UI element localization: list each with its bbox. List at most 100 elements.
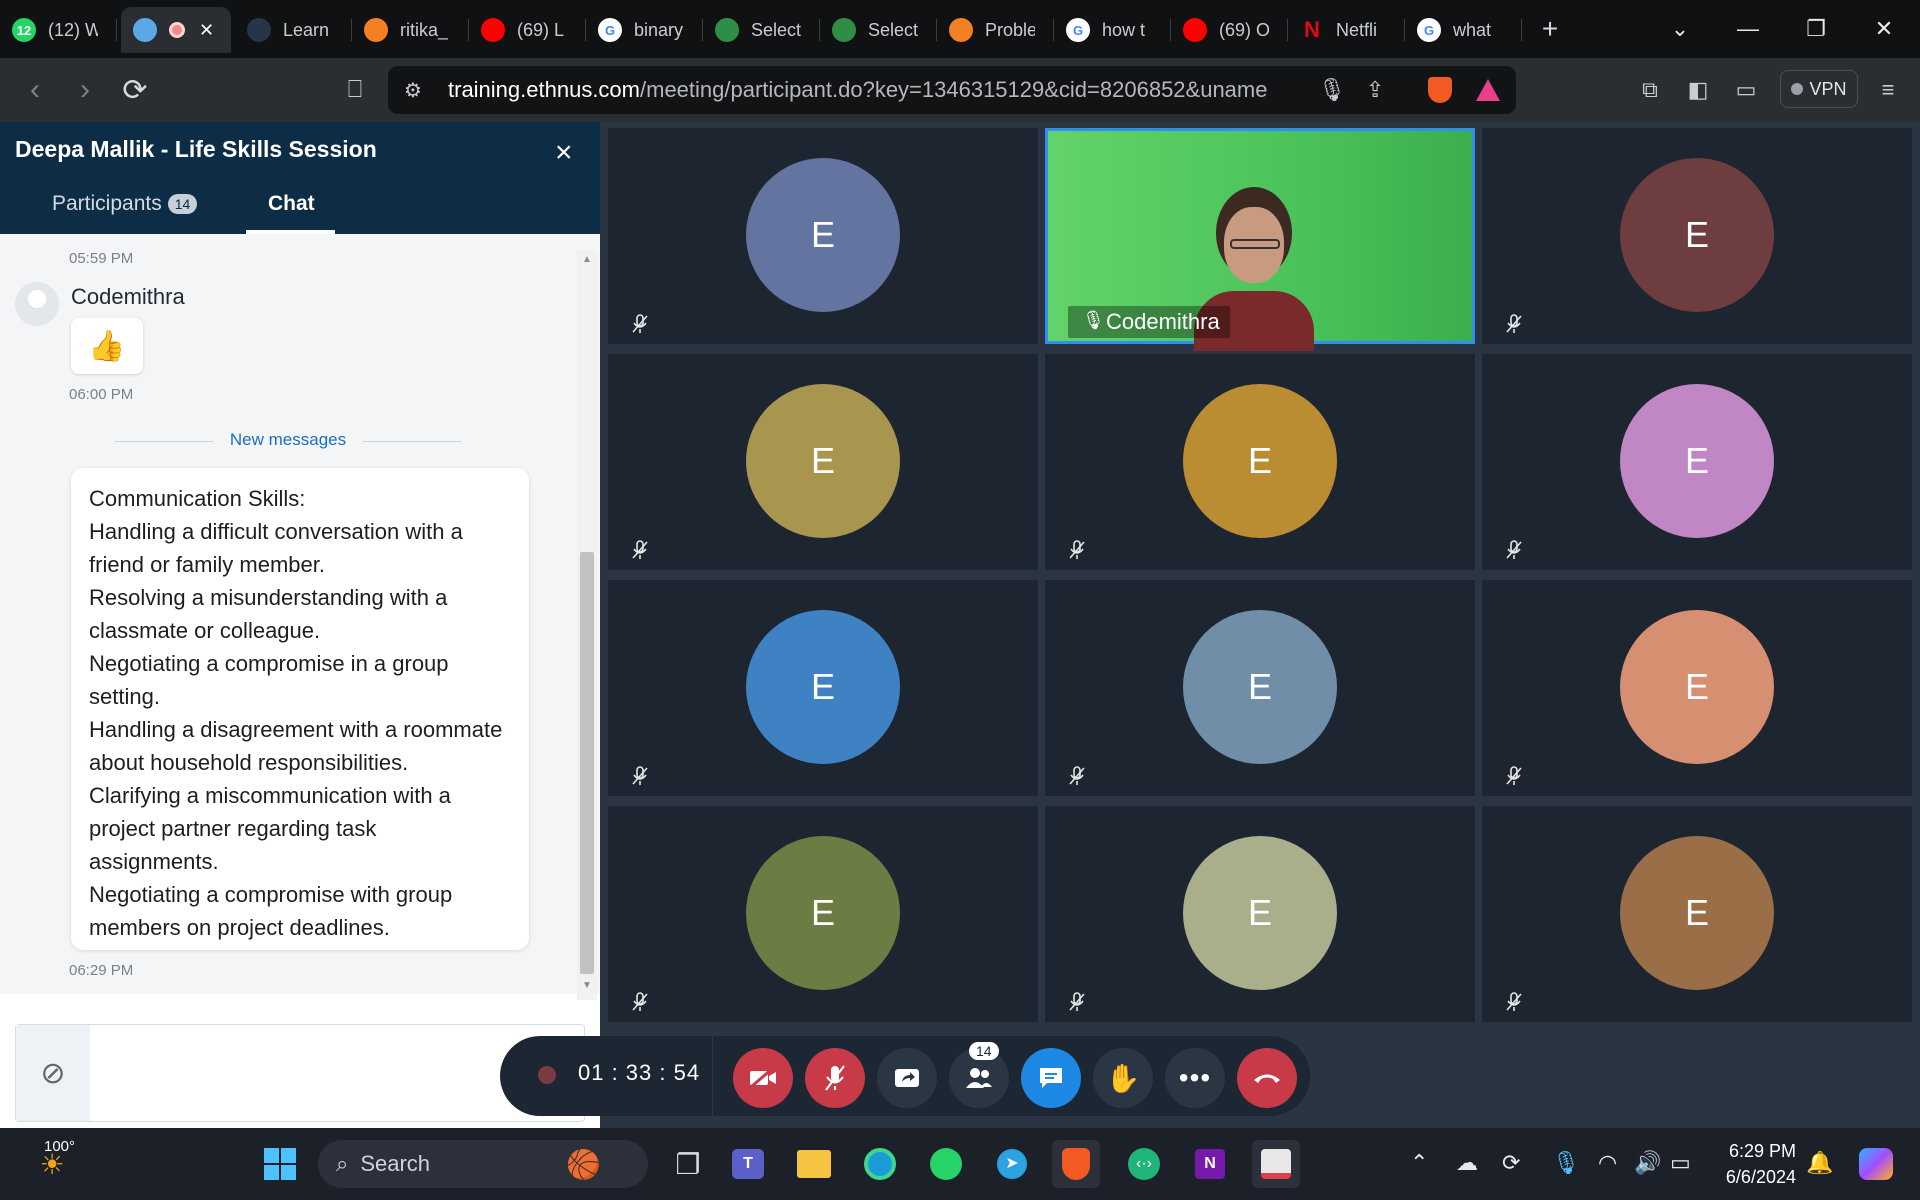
browser-tab[interactable]: N Netfli (1288, 7, 1405, 53)
volume-icon[interactable]: 🔊 (1634, 1150, 1661, 1176)
scrollbar-thumb[interactable] (580, 552, 594, 974)
taskbar-search[interactable]: ⌕ Search 🏀 (318, 1140, 648, 1188)
mic-muted-icon (1504, 540, 1524, 560)
browser-tab[interactable]: Learn (235, 7, 352, 53)
search-highlight-icon: 🏀 (566, 1148, 601, 1180)
start-button[interactable] (256, 1140, 304, 1188)
notifications-bell-icon[interactable]: 🔔 (1806, 1150, 1833, 1176)
forward-button[interactable]: › (60, 65, 110, 115)
close-window-button[interactable]: ✕ (1850, 0, 1918, 58)
snipping-tool-icon[interactable] (1252, 1140, 1300, 1188)
gfg-icon (832, 18, 856, 42)
extensions-icon[interactable]: ⧉ (1634, 74, 1666, 106)
edge-icon[interactable] (856, 1140, 904, 1188)
task-view-icon[interactable]: ❐ (664, 1140, 712, 1188)
mic-muted-icon (1067, 992, 1087, 1012)
telegram-icon[interactable]: ➤ (988, 1140, 1036, 1188)
whatsapp-icon[interactable] (922, 1140, 970, 1188)
minimize-button[interactable]: — (1714, 0, 1782, 58)
raise-hand-button[interactable]: ✋ (1093, 1048, 1153, 1108)
wifi-icon[interactable]: ◠ (1598, 1150, 1617, 1176)
more-options-button[interactable]: ••• (1165, 1048, 1225, 1108)
url-text[interactable]: training.ethnus.com/meeting/participant.… (448, 77, 1268, 103)
file-explorer-icon[interactable] (790, 1140, 838, 1188)
browser-tab[interactable]: Select (820, 7, 937, 53)
close-panel-icon[interactable]: × (555, 136, 573, 170)
windows-logo-icon (264, 1148, 296, 1180)
end-call-button[interactable] (1237, 1048, 1297, 1108)
participant-tile[interactable]: E (1482, 354, 1912, 570)
avatar: E (1620, 384, 1774, 538)
tab-search-chevron-icon[interactable]: ⌄ (1646, 0, 1714, 58)
participants-button[interactable]: 14 (949, 1042, 1009, 1108)
site-settings-icon[interactable]: ⚙ (404, 78, 422, 103)
menu-icon[interactable]: ≡ (1872, 74, 1904, 106)
close-tab-icon[interactable]: ✕ (199, 20, 214, 41)
sidebar-icon[interactable]: ◧ (1682, 74, 1714, 106)
google-icon: G (1417, 18, 1441, 42)
microphone-icon[interactable]: 🎙 (1318, 77, 1346, 103)
browser-tab[interactable]: 12 (12) W (0, 7, 117, 53)
participant-tile[interactable]: E (1045, 580, 1475, 796)
rewards-triangle-icon[interactable] (1476, 79, 1500, 101)
attachment-icon[interactable]: ⊘ (16, 1025, 90, 1121)
browser-tab[interactable]: Gwhat (1405, 7, 1522, 53)
mic-tray-icon[interactable]: 🎙 (1552, 1150, 1580, 1176)
battery-icon[interactable]: ▭ (1670, 1150, 1691, 1176)
system-clock[interactable]: 6:29 PM 6/6/2024 (1720, 1138, 1796, 1190)
chat-scrollbar[interactable]: ▲ ▼ (577, 250, 597, 1000)
share-screen-button[interactable] (877, 1048, 937, 1108)
browser-tab[interactable]: ritika_ (352, 7, 469, 53)
chat-button[interactable] (1021, 1048, 1081, 1108)
mic-off-icon (825, 1065, 845, 1091)
recording-indicator-icon (538, 1066, 556, 1084)
share-screen-icon (895, 1069, 919, 1087)
show-hidden-icons-chevron-icon[interactable]: ⌃ (1410, 1150, 1428, 1176)
new-tab-button[interactable]: + (1530, 9, 1570, 49)
brave-browser-icon[interactable] (1052, 1140, 1100, 1188)
sync-icon[interactable]: ⟳ (1502, 1150, 1520, 1176)
participant-tile[interactable]: E (1482, 580, 1912, 796)
mic-off-button[interactable] (805, 1048, 865, 1108)
back-button[interactable]: ‹ (10, 65, 60, 115)
participant-tile[interactable]: E (608, 580, 1038, 796)
participant-tile[interactable]: E (608, 128, 1038, 344)
youtube-icon (1183, 18, 1207, 42)
remote-desktop-icon[interactable]: ‹·› (1120, 1140, 1168, 1188)
weather-widget[interactable]: ☀ 100° (22, 1138, 82, 1188)
browser-tab[interactable]: Gbinary (586, 7, 703, 53)
browser-tab[interactable]: ✕ (121, 7, 231, 53)
participant-tile[interactable]: E (1045, 354, 1475, 570)
mic-on-icon: 🎙 (1082, 310, 1105, 330)
participant-tile[interactable]: E (1045, 806, 1475, 1022)
browser-tab[interactable]: (69) O (1171, 7, 1288, 53)
browser-tab[interactable]: Ghow t (1054, 7, 1171, 53)
tab-chat[interactable]: Chat (268, 192, 315, 216)
participant-tile[interactable]: E (1482, 128, 1912, 344)
reload-button[interactable]: ⟳ (110, 65, 160, 115)
browser-tab[interactable]: Selecti (703, 7, 820, 53)
onenote-icon[interactable]: N (1186, 1140, 1234, 1188)
vpn-button[interactable]: VPN (1780, 70, 1858, 108)
camera-off-button[interactable] (733, 1048, 793, 1108)
onedrive-cloud-icon[interactable]: ☁ (1456, 1150, 1478, 1176)
bookmark-icon[interactable]: ⎕ (330, 65, 380, 115)
participant-tile[interactable]: E (608, 354, 1038, 570)
address-bar[interactable]: ⚙ training.ethnus.com/meeting/participan… (388, 66, 1516, 114)
teams-icon[interactable]: T (724, 1140, 772, 1188)
chat-messages[interactable]: 05:59 PM Codemithra 👍 06:00 PM New messa… (0, 234, 600, 994)
participant-tile[interactable]: E (1482, 806, 1912, 1022)
video-grid: E 🎙 Codemithra E E E E E E E E E E (600, 122, 1920, 1128)
netflix-icon: N (1304, 17, 1320, 42)
active-speaker-tile[interactable]: 🎙 Codemithra (1045, 128, 1475, 351)
share-icon[interactable]: ⇪ (1366, 77, 1384, 103)
browser-tab[interactable]: (69) L (469, 7, 586, 53)
browser-tab[interactable]: Proble (937, 7, 1054, 53)
tab-participants[interactable]: Participants 14 (52, 192, 198, 216)
brave-shield-icon[interactable] (1428, 77, 1452, 103)
copilot-icon[interactable] (1852, 1140, 1900, 1188)
clock-time: 6:29 PM (1728, 1141, 1796, 1161)
restore-button[interactable]: ❐ (1782, 0, 1850, 58)
participant-tile[interactable]: E (608, 806, 1038, 1022)
wallet-icon[interactable]: ▭ (1730, 74, 1762, 106)
